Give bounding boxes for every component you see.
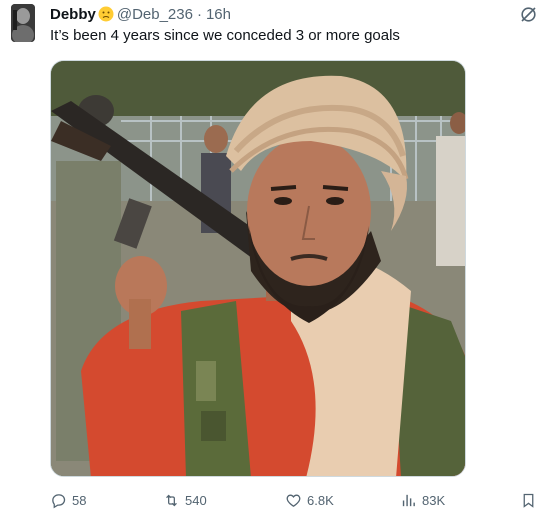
tweet-header: Debby @Deb_236 · 16h: [50, 4, 231, 24]
heart-icon: [286, 494, 301, 507]
tweet-card[interactable]: Debby @Deb_236 · 16h It’s been 4 years s…: [0, 0, 543, 522]
tweet-timestamp[interactable]: 16h: [206, 6, 231, 23]
like-button[interactable]: 6.8K: [285, 487, 334, 513]
tweet-actions: 58 540 6.8K 83K: [0, 487, 543, 513]
views-count: 83K: [422, 492, 446, 508]
bookmark-button[interactable]: [520, 487, 542, 513]
display-name[interactable]: Debby: [50, 6, 96, 23]
reply-button[interactable]: 58: [50, 487, 86, 513]
separator-dot: ·: [196, 5, 202, 23]
retweet-icon: [166, 494, 177, 506]
bookmark-icon: [523, 493, 534, 508]
reply-count: 58: [72, 492, 87, 508]
views-button[interactable]: 83K: [400, 487, 445, 513]
retweet-button[interactable]: 540: [163, 487, 207, 513]
reply-icon: [52, 493, 66, 508]
user-handle[interactable]: @Deb_236: [117, 6, 193, 23]
views-icon: [402, 494, 415, 506]
confused-face-emoji-icon: [98, 6, 114, 22]
tweet-photo[interactable]: [50, 60, 466, 477]
avatar[interactable]: [11, 4, 35, 42]
retweet-count: 540: [185, 492, 207, 508]
tweet-text: It’s been 4 years since we conceded 3 or…: [50, 27, 400, 44]
grok-icon[interactable]: [519, 5, 538, 24]
like-count: 6.8K: [307, 492, 334, 508]
